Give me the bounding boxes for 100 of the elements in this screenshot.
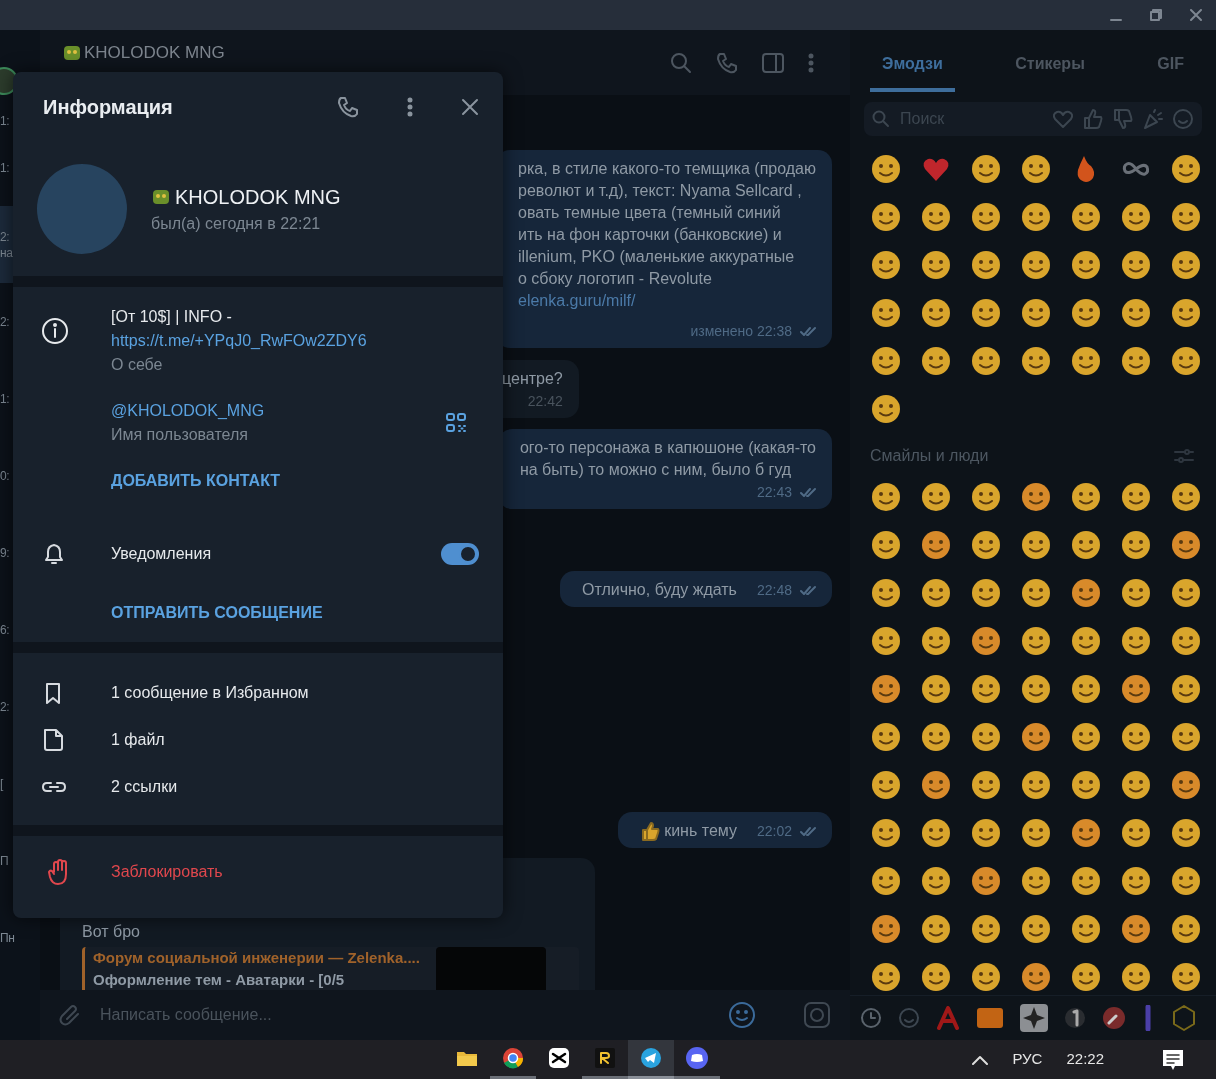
smiley-face-icon[interactable] xyxy=(971,202,1001,232)
smiley-face-icon[interactable] xyxy=(1171,674,1201,704)
smiley-face-icon[interactable] xyxy=(1171,770,1201,800)
close-icon[interactable] xyxy=(1190,9,1202,21)
emoji-button-icon[interactable] xyxy=(728,1001,756,1029)
message-composer-bar[interactable]: Написать сообщение... xyxy=(40,990,850,1040)
smiley-face-icon[interactable] xyxy=(971,482,1001,512)
media-row[interactable]: 2 ссылки xyxy=(41,763,479,810)
smiley-face-icon[interactable] xyxy=(871,154,901,184)
smiley-face-icon[interactable] xyxy=(1021,914,1051,944)
smiley-face-icon[interactable] xyxy=(921,770,951,800)
smiley-face-icon[interactable] xyxy=(1021,298,1051,328)
send-message-button[interactable]: ОТПРАВИТЬ СООБЩЕНИЕ xyxy=(111,601,323,625)
search-icon[interactable] xyxy=(670,52,692,74)
chat-list-item[interactable]: 1: xyxy=(0,30,40,129)
smiley-face-icon[interactable] xyxy=(1171,202,1201,232)
smiley-face-icon[interactable] xyxy=(871,578,901,608)
smiley-face-icon[interactable] xyxy=(1071,626,1101,656)
smiley-face-icon[interactable] xyxy=(1071,298,1101,328)
smiley-face-icon[interactable] xyxy=(871,250,901,280)
smiley-face-icon[interactable] xyxy=(921,578,951,608)
smiley-face-icon[interactable] xyxy=(1121,626,1151,656)
smiley-face-icon[interactable] xyxy=(1021,962,1051,992)
smiley-face-icon[interactable] xyxy=(1021,722,1051,752)
smiley-face-icon[interactable] xyxy=(1121,962,1151,992)
smiley-face-icon[interactable] xyxy=(1121,914,1151,944)
restore-icon[interactable] xyxy=(1150,9,1162,21)
smiley-face-icon[interactable] xyxy=(1171,866,1201,896)
taskbar-app-button[interactable] xyxy=(628,1040,675,1079)
chevron-up-icon[interactable] xyxy=(972,1054,989,1065)
smiley-face-icon[interactable] xyxy=(871,722,901,752)
smiley-face-icon[interactable] xyxy=(1121,722,1151,752)
smiley-face-icon[interactable] xyxy=(1171,722,1201,752)
smiley-face-icon[interactable] xyxy=(1021,250,1051,280)
smiley-face-icon[interactable] xyxy=(1071,674,1101,704)
more-icon[interactable] xyxy=(808,53,814,73)
notifications-toggle[interactable] xyxy=(441,543,479,565)
smiley-face-icon[interactable] xyxy=(1171,626,1201,656)
smiley-face-icon[interactable] xyxy=(871,818,901,848)
smiley-face-icon[interactable] xyxy=(871,674,901,704)
smiley-face-icon[interactable] xyxy=(971,250,1001,280)
smiley-face-icon[interactable] xyxy=(1121,346,1151,376)
smiley-face-icon[interactable] xyxy=(921,674,951,704)
smiley-face-icon[interactable] xyxy=(1021,482,1051,512)
smiley-face-icon[interactable] xyxy=(971,962,1001,992)
language-indicator[interactable]: РУС xyxy=(1012,1048,1043,1071)
smiley-face-icon[interactable] xyxy=(1021,866,1051,896)
media-row[interactable]: 1 сообщение в Избранном xyxy=(41,669,479,716)
smiley-face-icon[interactable] xyxy=(1071,818,1101,848)
smiley-face-icon[interactable] xyxy=(871,770,901,800)
sidebar-icon[interactable] xyxy=(762,53,784,73)
smiley-face-icon[interactable] xyxy=(871,962,901,992)
smiley-face-icon[interactable] xyxy=(871,394,901,424)
smiley-face-icon[interactable] xyxy=(1021,674,1051,704)
smiley-face-icon[interactable] xyxy=(921,962,951,992)
thumbs-down-icon[interactable] xyxy=(1112,108,1134,130)
smiley-face-icon[interactable] xyxy=(871,626,901,656)
qr-code-icon[interactable] xyxy=(445,412,467,434)
smiley-face-icon[interactable] xyxy=(871,530,901,560)
smiley-face-icon[interactable] xyxy=(971,154,1001,184)
smiley-face-icon[interactable] xyxy=(971,674,1001,704)
smiley-face-icon[interactable] xyxy=(1121,674,1151,704)
smiley-face-icon[interactable] xyxy=(1121,530,1151,560)
message-input[interactable]: Написать сообщение... xyxy=(98,1002,712,1028)
smiley-face-icon[interactable] xyxy=(971,866,1001,896)
smiley-face-icon[interactable] xyxy=(1071,866,1101,896)
smiley-face-icon[interactable] xyxy=(921,202,951,232)
smiley-face-icon[interactable] xyxy=(1171,346,1201,376)
smiley-face-icon[interactable] xyxy=(921,482,951,512)
message-link[interactable]: elenka.guru/milf/ xyxy=(518,290,816,312)
smiley-face-icon[interactable] xyxy=(971,626,1001,656)
smiley-face-icon[interactable] xyxy=(1071,722,1101,752)
block-button[interactable]: Заблокировать xyxy=(111,860,223,884)
smiley-face-icon[interactable] xyxy=(871,914,901,944)
smiley-face-icon[interactable] xyxy=(971,722,1001,752)
thumbs-up-icon[interactable] xyxy=(1082,108,1104,130)
smiley-face-icon[interactable] xyxy=(1171,298,1201,328)
smiley-face-icon[interactable] xyxy=(921,818,951,848)
smiley-face-icon[interactable] xyxy=(921,626,951,656)
notification-icon[interactable] xyxy=(1162,1048,1184,1071)
smiley-face-icon[interactable] xyxy=(1171,914,1201,944)
smiley-face-icon[interactable] xyxy=(971,914,1001,944)
smiley-face-icon[interactable] xyxy=(1021,626,1051,656)
smiley-face-icon[interactable] xyxy=(971,818,1001,848)
smiley-face-icon[interactable] xyxy=(1171,530,1201,560)
smiley-face-icon[interactable] xyxy=(1171,578,1201,608)
smiley-face-icon[interactable] xyxy=(1171,250,1201,280)
smiley-face-icon[interactable] xyxy=(871,482,901,512)
smiley-face-icon[interactable] xyxy=(1121,482,1151,512)
smiley-face-icon[interactable] xyxy=(1171,154,1201,184)
link-preview[interactable]: Форум социальной инженерии — Zelenka.... Оформление тем - Аватарки - [0/5 xyxy=(82,947,579,990)
recent-clock-icon[interactable] xyxy=(860,1007,882,1029)
smiley-face-icon[interactable] xyxy=(921,914,951,944)
smiley-face-icon[interactable] xyxy=(1071,530,1101,560)
smiley-face-icon[interactable] xyxy=(921,866,951,896)
taskbar-clock[interactable]: 22:22 xyxy=(1066,1048,1104,1071)
smiley-face-icon[interactable] xyxy=(1121,202,1151,232)
smiley-face-icon[interactable] xyxy=(921,722,951,752)
phone-icon[interactable] xyxy=(716,52,738,74)
smiley-face-icon[interactable] xyxy=(921,250,951,280)
